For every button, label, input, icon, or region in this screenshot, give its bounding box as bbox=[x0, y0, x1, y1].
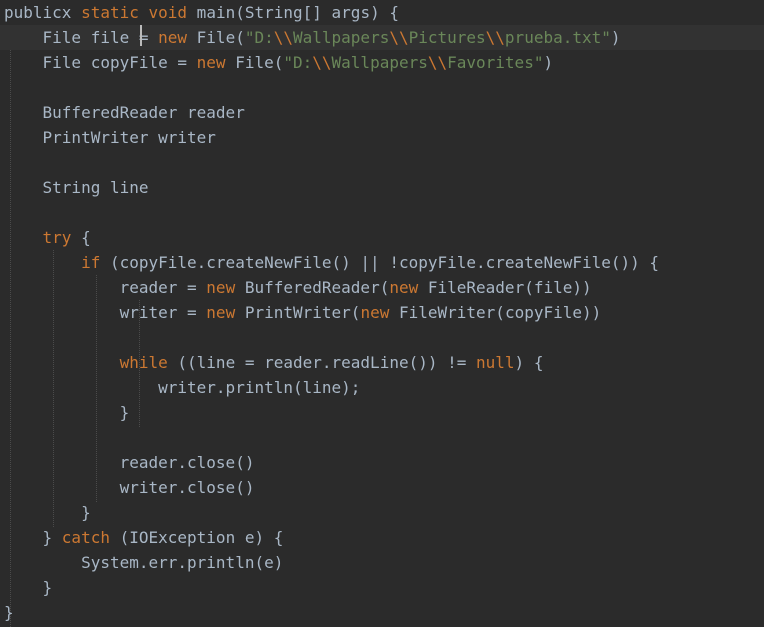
code-line[interactable]: writer.close() bbox=[0, 475, 764, 500]
code-token-kw: void bbox=[148, 3, 188, 22]
code-token-kw: null bbox=[476, 353, 515, 372]
code-token-ident bbox=[4, 353, 120, 372]
code-token-ident bbox=[4, 253, 81, 272]
code-line[interactable]: } bbox=[0, 500, 764, 525]
code-line[interactable]: } bbox=[0, 600, 764, 625]
code-line[interactable]: reader.close() bbox=[0, 450, 764, 475]
code-line[interactable] bbox=[0, 425, 764, 450]
code-token-ident: BufferedReader( bbox=[235, 278, 390, 297]
code-token-ident: main(String[] args) { bbox=[187, 3, 399, 22]
code-line[interactable] bbox=[0, 200, 764, 225]
code-line[interactable]: while ((line = reader.readLine()) != nul… bbox=[0, 350, 764, 375]
code-line[interactable]: publicx static void main(String[] args) … bbox=[0, 0, 764, 25]
code-token-ident: System.err.println(e) bbox=[4, 553, 284, 572]
code-token-ident: File( bbox=[225, 53, 284, 72]
code-token-ident: (IOException e) { bbox=[109, 528, 284, 547]
code-token-punct bbox=[139, 3, 149, 22]
code-token-ident: ) bbox=[610, 28, 621, 47]
code-token-ident: reader.close() bbox=[4, 453, 255, 472]
code-token-esc: \\ bbox=[485, 28, 505, 47]
code-token-str: "D: bbox=[244, 28, 274, 47]
code-token-ident: } bbox=[4, 528, 62, 547]
code-token-ident: } bbox=[4, 578, 53, 597]
code-token-str: Wallpapers bbox=[331, 53, 428, 72]
code-token-ident: reader = bbox=[4, 278, 207, 297]
code-token-kw: while bbox=[119, 353, 168, 372]
code-line[interactable] bbox=[0, 150, 764, 175]
code-token-kw: new bbox=[158, 28, 188, 47]
code-token-ident: File file = bbox=[4, 28, 159, 47]
text-caret bbox=[140, 25, 142, 46]
code-token-ident: String line bbox=[4, 178, 149, 197]
code-token-kw: new bbox=[206, 278, 236, 297]
code-line[interactable]: writer.println(line); bbox=[0, 375, 764, 400]
code-token-ident: writer = bbox=[4, 303, 207, 322]
code-token-ident: writer.println(line); bbox=[4, 378, 361, 397]
code-token-str: "D: bbox=[283, 53, 313, 72]
code-token-punct bbox=[71, 3, 81, 22]
code-token-ident: File( bbox=[187, 28, 245, 47]
code-token-ident: } bbox=[4, 403, 130, 422]
code-line[interactable]: } bbox=[0, 575, 764, 600]
code-token-ident: writer.close() bbox=[4, 478, 255, 497]
code-token-ident: PrintWriter writer bbox=[4, 128, 216, 147]
code-token-ident: File copyFile = bbox=[4, 53, 197, 72]
code-token-ident: ((line = reader.readLine()) != bbox=[167, 353, 477, 372]
code-token-kw: new bbox=[206, 303, 236, 322]
code-token-str: Pictures bbox=[408, 28, 486, 47]
code-line[interactable] bbox=[0, 75, 764, 100]
code-token-ident: FileWriter(copyFile)) bbox=[389, 303, 602, 322]
code-token-ident: ) { bbox=[514, 353, 544, 372]
code-line[interactable]: } bbox=[0, 400, 764, 425]
code-token-kw: new bbox=[196, 53, 226, 72]
code-token-kw: if bbox=[81, 253, 101, 272]
code-token-esc: \\ bbox=[312, 53, 332, 72]
code-token-ident: } bbox=[4, 603, 14, 622]
code-lines[interactable]: publicx static void main(String[] args) … bbox=[0, 0, 764, 625]
code-token-kw: new bbox=[389, 278, 419, 297]
code-token-str: Wallpapers bbox=[293, 28, 390, 47]
code-editor-surface[interactable]: publicx static void main(String[] args) … bbox=[0, 0, 764, 627]
code-token-esc: \\ bbox=[427, 53, 448, 72]
code-token-str: Favorites" bbox=[447, 53, 544, 72]
code-token-ident: { bbox=[71, 228, 91, 247]
code-line[interactable]: reader = new BufferedReader(new FileRead… bbox=[0, 275, 764, 300]
code-line[interactable]: File file = new File("D:\\Wallpapers\\Pi… bbox=[0, 25, 764, 50]
code-line[interactable] bbox=[0, 325, 764, 350]
code-token-kw: catch bbox=[61, 528, 110, 547]
code-line[interactable]: BufferedReader reader bbox=[0, 100, 764, 125]
code-token-ident: } bbox=[4, 503, 91, 522]
code-line[interactable]: try { bbox=[0, 225, 764, 250]
code-token-str: prueba.txt" bbox=[504, 28, 611, 47]
code-token-kw: try bbox=[42, 228, 72, 247]
code-token-ident: FileReader(file)) bbox=[418, 278, 592, 297]
code-line[interactable]: System.err.println(e) bbox=[0, 550, 764, 575]
code-token-kw: new bbox=[360, 303, 390, 322]
code-line[interactable]: } catch (IOException e) { bbox=[0, 525, 764, 550]
code-line[interactable]: if (copyFile.createNewFile() || !copyFil… bbox=[0, 250, 764, 275]
code-line[interactable]: String line bbox=[0, 175, 764, 200]
code-token-ident: (copyFile.createNewFile() || !copyFile.c… bbox=[100, 253, 660, 272]
code-token-ident: PrintWriter( bbox=[235, 303, 361, 322]
code-line[interactable]: PrintWriter writer bbox=[0, 125, 764, 150]
code-token-esc: \\ bbox=[389, 28, 409, 47]
code-token-ident bbox=[4, 228, 43, 247]
code-token-ident: publicx bbox=[4, 3, 72, 22]
code-line[interactable]: File copyFile = new File("D:\\Wallpapers… bbox=[0, 50, 764, 75]
code-token-esc: \\ bbox=[273, 28, 293, 47]
code-token-ident: BufferedReader reader bbox=[4, 103, 245, 122]
code-line[interactable]: writer = new PrintWriter(new FileWriter(… bbox=[0, 300, 764, 325]
code-token-ident: ) bbox=[543, 53, 554, 72]
code-token-kw: static bbox=[81, 3, 139, 22]
